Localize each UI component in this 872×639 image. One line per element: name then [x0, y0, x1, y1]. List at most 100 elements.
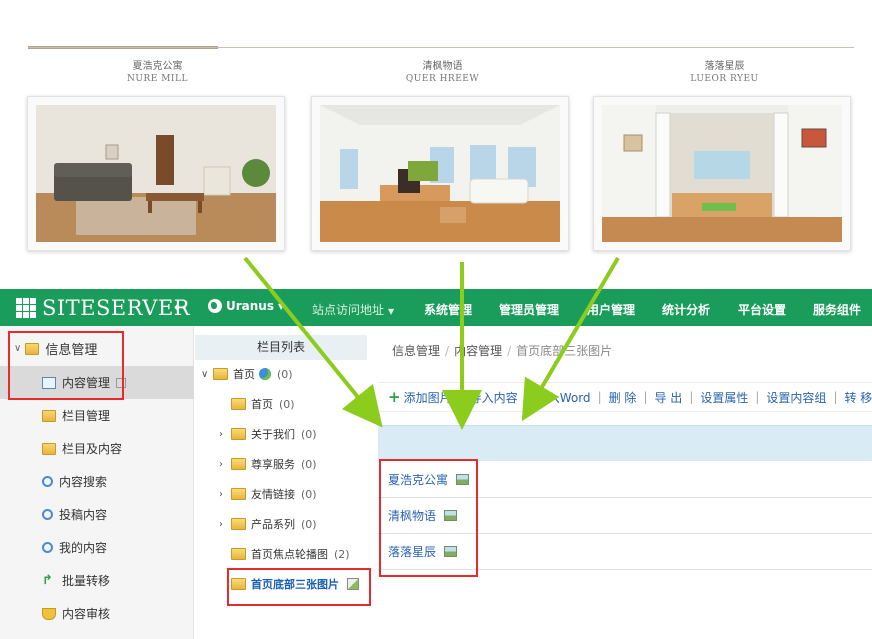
tree-item-count: (0) — [301, 517, 317, 531]
sidebar-item-label: 我的内容 — [59, 541, 108, 555]
folder-icon — [231, 398, 246, 410]
menu-statistics[interactable]: 统计分析 — [662, 301, 710, 318]
folder-icon — [42, 409, 56, 422]
chevron-down-icon: ▼ — [278, 301, 285, 311]
card-title: 夏浩克公寓 — [132, 61, 183, 72]
menu-admin-management[interactable]: 管理员管理 — [499, 301, 559, 318]
showcase-photo-2 — [311, 96, 569, 251]
breadcrumb: 信息管理 / 内容管理 / 首页底部三张图片 — [392, 344, 613, 358]
globe-icon — [259, 368, 271, 380]
tree-item-label: 关于我们 — [251, 428, 295, 441]
folder-icon — [42, 442, 56, 455]
card-title: 落落星辰 — [704, 61, 745, 72]
siteserver-logo[interactable]: SITESERVER — [16, 296, 190, 320]
folder-icon — [231, 488, 246, 500]
tree-item-label: 首页焦点轮播图 — [251, 548, 328, 561]
tree-item-premium-service[interactable]: › 尊享服务 (0) — [219, 454, 317, 474]
export-button[interactable]: 导 出 — [654, 389, 682, 406]
set-attributes-button[interactable]: 设置属性 — [700, 389, 748, 406]
chevron-right-icon: › — [219, 488, 223, 500]
sidebar-item-label: 批量转移 — [62, 574, 111, 588]
sidebar-item-label: 内容审核 — [62, 607, 111, 621]
chevron-right-icon: › — [219, 428, 223, 440]
showcase-card-3: 落落星辰 LUEOR RYEU — [597, 60, 852, 85]
folder-icon — [231, 458, 246, 470]
sidebar-item-channel-and-content[interactable]: 栏目及内容 — [0, 432, 194, 465]
import-content-button[interactable]: 导入内容 — [470, 389, 518, 406]
sidebar-item-label: 内容搜索 — [59, 475, 108, 489]
breadcrumb-item[interactable]: 信息管理 — [392, 344, 440, 358]
add-image-button[interactable]: 添加图片 — [404, 389, 452, 406]
menu-label: 站点访问地址 — [312, 303, 385, 317]
chevron-right-icon: › — [219, 458, 223, 470]
tree-item-about-us[interactable]: › 关于我们 (0) — [219, 424, 317, 444]
site-selector[interactable]: Uranus ▼ — [208, 299, 284, 313]
content-toolbar: + 添加图片 | 导入内容 | 导入Word | 删 除 | 导 出 | 设置属… — [378, 382, 872, 412]
card-subtitle: QUER HREEW — [405, 74, 480, 84]
sidebar-item-my-content[interactable]: 我的内容 — [0, 531, 194, 564]
menu-service-components[interactable]: 服务组件 — [813, 301, 861, 318]
move-icon: ↱ — [42, 572, 53, 588]
highlight-box-sidebar — [8, 331, 124, 400]
content-table-header — [378, 425, 872, 461]
folder-icon — [231, 428, 246, 440]
breadcrumb-current: 首页底部三张图片 — [516, 344, 613, 358]
sidebar-item-submissions[interactable]: 投稿内容 — [0, 498, 194, 531]
tree-item-label: 尊享服务 — [251, 458, 295, 471]
menu-platform-settings[interactable]: 平台设置 — [738, 301, 786, 318]
tree-item-home-root[interactable]: ∨ 首页 (0) — [201, 364, 293, 384]
search-icon — [42, 542, 53, 553]
import-word-button[interactable]: 导入Word — [536, 389, 591, 406]
tree-item-count: (0) — [279, 397, 295, 411]
tree-item-product-series[interactable]: › 产品系列 (0) — [219, 514, 317, 534]
delete-button[interactable]: 删 除 — [609, 389, 637, 406]
sidebar-item-content-search[interactable]: 内容搜索 — [0, 465, 194, 498]
sidebar-item-label: 投稿内容 — [59, 508, 108, 522]
tree-item-count: (0) — [301, 427, 317, 441]
sidebar-item-channel-management[interactable]: 栏目管理 — [0, 399, 194, 432]
menu-site-url[interactable]: 站点访问地址 ▼ — [312, 301, 394, 318]
search-icon — [42, 509, 53, 520]
menu-system-management[interactable]: 系统管理 — [424, 301, 472, 318]
tree-item-label: 产品系列 — [251, 518, 295, 531]
highlight-box-tree-item — [227, 568, 371, 606]
channel-tree-header: 栏目列表 — [195, 335, 367, 360]
shield-icon — [42, 607, 56, 620]
card-subtitle: LUEOR RYEU — [690, 74, 759, 84]
logo-grid-icon — [16, 298, 36, 318]
card-title: 清枫物语 — [422, 61, 463, 72]
showcase-card-2: 清枫物语 QUER HREEW — [315, 60, 570, 85]
sidebar-item-batch-move[interactable]: ↱ 批量转移 — [0, 564, 194, 597]
tree-item-label: 首页 — [233, 368, 255, 381]
back-arrow-icon[interactable]: ← — [174, 298, 187, 316]
tree-item-home[interactable]: 首页 (0) — [231, 394, 295, 414]
highlight-box-content-rows — [379, 459, 478, 577]
tree-item-friend-links[interactable]: › 友情链接 (0) — [219, 484, 317, 504]
tree-item-label: 友情链接 — [251, 488, 295, 501]
sidebar-item-content-review[interactable]: 内容审核 — [0, 597, 194, 630]
tree-item-home-carousel[interactable]: 首页焦点轮播图 (2) — [231, 544, 350, 564]
chevron-down-icon: ▼ — [388, 307, 395, 316]
showcase-photo-1 — [27, 96, 285, 251]
showcase-divider — [28, 47, 854, 48]
menu-user-management[interactable]: 用户管理 — [587, 301, 635, 318]
logo-text: SITESERVER — [42, 296, 191, 320]
showcase-photo-3 — [593, 96, 851, 251]
showcase-card-1: 夏浩克公寓 NURE MILL — [30, 60, 285, 85]
folder-icon — [231, 518, 246, 530]
chevron-right-icon: › — [219, 518, 223, 530]
tree-item-count: (0) — [301, 457, 317, 471]
sidebar-item-label: 栏目管理 — [62, 409, 111, 423]
sidebar-item-label: 栏目及内容 — [62, 442, 123, 456]
set-content-group-button[interactable]: 设置内容组 — [766, 389, 826, 406]
tree-item-count: (0) — [301, 487, 317, 501]
tree-item-label: 首页 — [251, 398, 273, 411]
top-navigation-bar: SITESERVER ← Uranus ▼ 站点访问地址 ▼ 系统管理 管理员管理… — [0, 289, 872, 326]
tree-item-count: (0) — [277, 367, 293, 381]
tree-item-count: (2) — [334, 547, 350, 561]
breadcrumb-item[interactable]: 内容管理 — [454, 344, 502, 358]
plus-icon: + — [388, 388, 401, 406]
card-subtitle: NURE MILL — [127, 74, 188, 84]
move-button[interactable]: 转 移 — [844, 389, 872, 406]
chevron-down-icon: ∨ — [201, 368, 209, 380]
